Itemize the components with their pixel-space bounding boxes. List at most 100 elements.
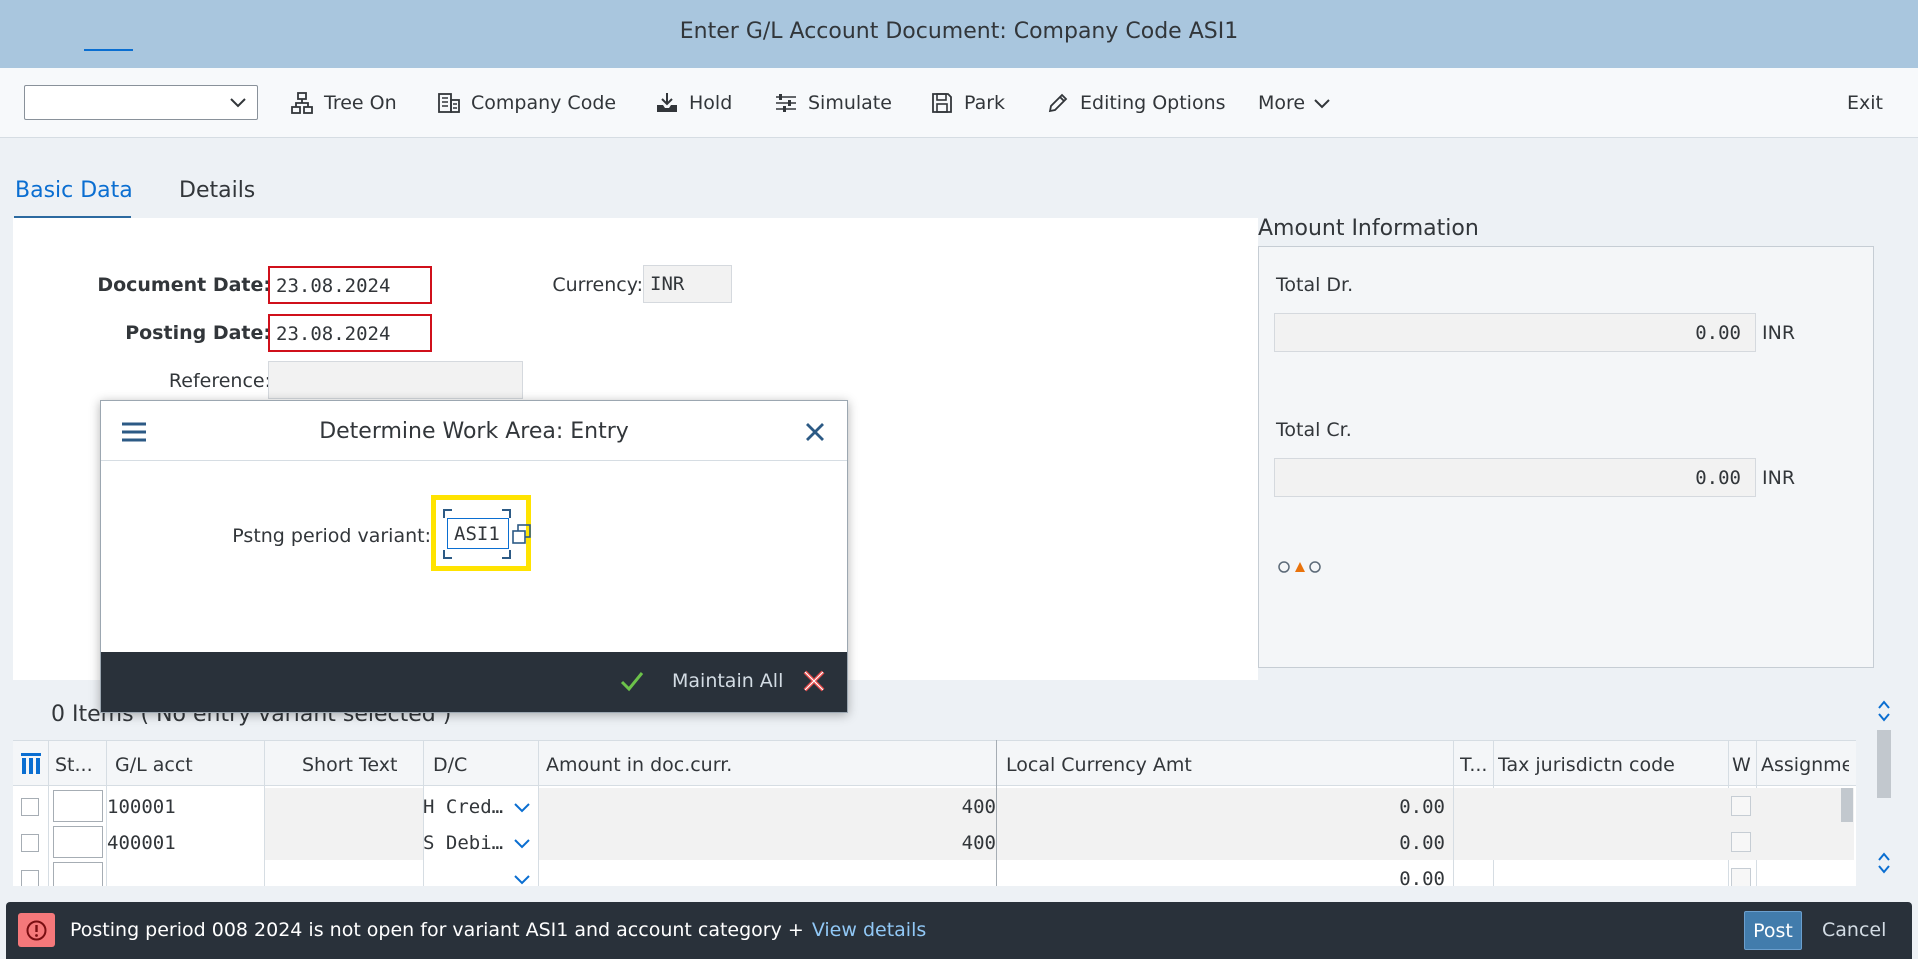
error-icon: [18, 913, 55, 947]
exit-label: Exit: [1847, 92, 1883, 114]
col-header-gl-acct[interactable]: G/L acct: [115, 754, 193, 776]
variant-select[interactable]: [24, 85, 258, 120]
simulate-button[interactable]: Simulate: [774, 88, 892, 118]
cell-bg: [265, 824, 423, 860]
park-label: Park: [964, 92, 1006, 114]
posting-date-field[interactable]: 23.08.2024: [268, 314, 432, 352]
col-header-assignment[interactable]: Assignme: [1761, 754, 1849, 776]
chevron-down-icon[interactable]: [511, 796, 533, 818]
message-bar: Posting period 008 2024 is not open for …: [6, 902, 1912, 959]
focus-highlight: ASI1: [431, 495, 531, 571]
w-checkbox[interactable]: [1731, 796, 1751, 816]
total-dr-label: Total Dr.: [1276, 274, 1354, 296]
dc-cell[interactable]: H Cred…: [423, 796, 511, 818]
status-cell[interactable]: [53, 826, 103, 858]
col-header-local-amt[interactable]: Local Currency Amt: [1006, 754, 1192, 776]
editing-options-button[interactable]: Editing Options: [1046, 88, 1226, 118]
posting-date-label: Posting Date:: [125, 322, 271, 344]
save-icon: [932, 93, 952, 113]
chevron-down-icon[interactable]: [511, 832, 533, 854]
cancel-button[interactable]: Cancel: [1822, 919, 1886, 941]
total-cr-label: Total Cr.: [1276, 419, 1352, 441]
simulate-label: Simulate: [808, 92, 892, 114]
col-header-dc[interactable]: D/C: [433, 754, 467, 776]
table-header: St... G/L acct Short Text D/C Amount in …: [13, 740, 1856, 786]
column-settings-icon[interactable]: [19, 750, 43, 776]
window-title: Enter G/L Account Document: Company Code…: [679, 19, 1239, 44]
tree-on-label: Tree On: [324, 92, 397, 114]
row-select-checkbox[interactable]: [21, 834, 39, 852]
status-cell[interactable]: [53, 790, 103, 822]
message-text: Posting period 008 2024 is not open for …: [70, 919, 926, 941]
table-row[interactable]: 400001 S Debi… 400 0.00: [13, 824, 1856, 860]
reference-label: Reference:: [168, 370, 271, 392]
tab-details[interactable]: Details: [179, 178, 255, 203]
row-select-checkbox[interactable]: [21, 798, 39, 816]
local-amt-cell: 0.00: [1399, 868, 1445, 886]
local-amt-cell: 0.00: [1399, 796, 1445, 818]
line-items-table: St... G/L acct Short Text D/C Amount in …: [13, 740, 1856, 886]
document-date-field[interactable]: 23.08.2024: [268, 266, 432, 304]
col-header-short-text[interactable]: Short Text: [302, 754, 397, 776]
post-button[interactable]: Post: [1744, 911, 1802, 950]
amount-information-panel: Total Dr. 0.00 INR Total Cr. 0.00 INR: [1258, 246, 1874, 668]
status-cell[interactable]: [53, 862, 103, 886]
currency-field[interactable]: INR: [643, 265, 732, 303]
dialog-header: Determine Work Area: Entry: [101, 401, 847, 461]
posting-period-variant-input[interactable]: ASI1: [447, 518, 509, 549]
amount-information-title: Amount Information: [1258, 216, 1479, 241]
hold-label: Hold: [689, 92, 733, 114]
checkmark-icon[interactable]: [619, 669, 645, 693]
chevron-down-icon: [230, 98, 246, 108]
view-details-link[interactable]: View details: [812, 919, 926, 941]
more-label: More: [1258, 92, 1306, 114]
currency-label: Currency:: [552, 274, 643, 296]
shell-header: Enter G/L Account Document: Company Code…: [0, 0, 1918, 68]
total-dr-field: 0.00: [1274, 313, 1756, 352]
dc-cell[interactable]: S Debi…: [423, 832, 511, 854]
field-frame: ASI1: [443, 508, 531, 559]
w-checkbox[interactable]: [1731, 868, 1751, 886]
col-header-tax-jurisdiction[interactable]: Tax jurisdictn code: [1498, 754, 1675, 776]
cell-bg: [265, 788, 423, 824]
more-button[interactable]: More: [1258, 88, 1333, 118]
amount-doc-cell[interactable]: 400: [539, 796, 996, 818]
determine-work-area-dialog: Determine Work Area: Entry Pstng period …: [100, 400, 848, 713]
cell-bg: [1454, 824, 1854, 860]
hold-button[interactable]: Hold: [655, 88, 732, 118]
col-header-status[interactable]: St...: [55, 754, 95, 776]
reference-field[interactable]: [268, 361, 523, 399]
chevron-down-icon[interactable]: [511, 868, 533, 886]
col-header-t[interactable]: T...: [1460, 754, 1492, 776]
maintain-all-button[interactable]: Maintain All: [672, 670, 783, 692]
simulate-icon: [776, 94, 796, 112]
value-help-icon[interactable]: [511, 522, 533, 546]
amount-doc-cell[interactable]: 400: [539, 832, 996, 854]
traffic-light-icon: [1278, 561, 1321, 573]
col-header-w[interactable]: W: [1732, 754, 1751, 776]
company-code-button[interactable]: Company Code: [437, 88, 616, 118]
exit-button[interactable]: Exit: [1847, 88, 1883, 118]
inner-scroll-thumb[interactable]: [1841, 788, 1853, 822]
park-button[interactable]: Park: [930, 88, 1005, 118]
close-icon[interactable]: [805, 422, 825, 442]
cancel-x-icon[interactable]: [802, 669, 826, 693]
gl-acct-cell[interactable]: 400001: [107, 832, 176, 854]
building-icon: [438, 93, 460, 113]
dialog-title: Determine Work Area: Entry: [319, 419, 629, 444]
w-checkbox[interactable]: [1731, 832, 1751, 852]
tree-on-button[interactable]: Tree On: [290, 88, 397, 118]
tab-basic-data[interactable]: Basic Data: [15, 178, 133, 203]
local-amt-cell: 0.00: [1399, 832, 1445, 854]
message-content: Posting period 008 2024 is not open for …: [70, 919, 804, 941]
row-select-checkbox[interactable]: [21, 870, 39, 886]
table-row[interactable]: 100001 H Cred… 400 0.00: [13, 788, 1856, 824]
table-scrollbar[interactable]: [1874, 690, 1894, 886]
cell-bg: [1454, 788, 1854, 824]
document-date-label: Document Date:: [97, 274, 271, 296]
gl-acct-cell[interactable]: 100001: [107, 796, 176, 818]
col-header-amount-doc[interactable]: Amount in doc.curr.: [546, 754, 732, 776]
company-code-label: Company Code: [471, 92, 617, 114]
table-row[interactable]: 0.00: [13, 860, 1856, 886]
error-circle-icon: [26, 920, 47, 941]
